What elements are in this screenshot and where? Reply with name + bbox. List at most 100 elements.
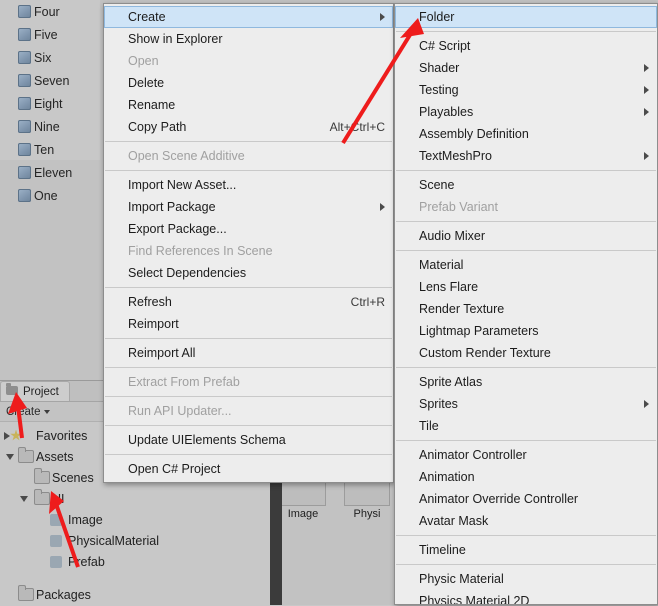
menu-item-copy-path[interactable]: Copy Path Alt+Ctrl+C bbox=[104, 116, 393, 138]
tree-row-label: Prefab bbox=[68, 554, 105, 569]
menu-item-label: Playables bbox=[419, 105, 474, 119]
menu-item-label: Tile bbox=[419, 419, 439, 433]
menu-item-create[interactable]: Create bbox=[104, 6, 393, 28]
hierarchy-item-label: Nine bbox=[34, 119, 60, 134]
gameobject-icon bbox=[18, 74, 31, 87]
folder-icon bbox=[18, 585, 34, 601]
menu-item-playables[interactable]: Playables bbox=[395, 101, 657, 123]
menu-item-physic-material[interactable]: Physic Material bbox=[395, 568, 657, 590]
hierarchy-item-label: Six bbox=[34, 50, 52, 65]
list-item[interactable]: Four bbox=[0, 0, 100, 23]
menu-item-label: Timeline bbox=[419, 543, 466, 557]
menu-item-label: Rename bbox=[128, 98, 176, 112]
menu-item-label: Copy Path bbox=[128, 120, 187, 134]
menu-item-scene[interactable]: Scene bbox=[395, 174, 657, 196]
menu-item-audio-mixer[interactable]: Audio Mixer bbox=[395, 225, 657, 247]
menu-item-label: Open bbox=[128, 54, 159, 68]
list-item[interactable]: Eleven bbox=[0, 161, 100, 184]
gameobject-icon bbox=[18, 143, 31, 156]
menu-item-label: Create bbox=[128, 10, 166, 24]
tab-project-label: Project bbox=[23, 385, 59, 398]
tree-row[interactable]: PhysicalMaterial bbox=[0, 530, 280, 551]
chevron-right-icon[interactable] bbox=[4, 431, 10, 440]
menu-item-folder[interactable]: Folder bbox=[395, 6, 657, 28]
list-item[interactable]: Seven bbox=[0, 69, 100, 92]
menu-item-extract-from-prefab: Extract From Prefab bbox=[104, 371, 393, 393]
menu-separator bbox=[105, 367, 392, 368]
chevron-down-icon[interactable] bbox=[20, 496, 28, 502]
menu-item-animation[interactable]: Animation bbox=[395, 466, 657, 488]
list-item[interactable]: Eight bbox=[0, 92, 100, 115]
menu-item-label: Find References In Scene bbox=[128, 244, 273, 258]
menu-separator bbox=[105, 287, 392, 288]
tree-row-label: Assets bbox=[36, 449, 74, 464]
menu-item-reimport-all[interactable]: Reimport All bbox=[104, 342, 393, 364]
menu-item-label: Custom Render Texture bbox=[419, 346, 551, 360]
menu-item-reimport[interactable]: Reimport bbox=[104, 313, 393, 335]
chevron-right-icon bbox=[644, 152, 649, 160]
hierarchy-panel[interactable]: Four Five Six Seven Eight Nine Ten Eleve… bbox=[0, 0, 100, 203]
list-item[interactable]: Ten bbox=[0, 138, 100, 161]
chevron-right-icon bbox=[380, 203, 385, 211]
menu-item-lens-flare[interactable]: Lens Flare bbox=[395, 276, 657, 298]
menu-item-csharp-script[interactable]: C# Script bbox=[395, 35, 657, 57]
create-submenu[interactable]: Folder C# Script Shader Testing Playable… bbox=[394, 3, 658, 605]
tree-row-label: Favorites bbox=[36, 428, 88, 443]
menu-item-refresh[interactable]: Refresh Ctrl+R bbox=[104, 291, 393, 313]
folder-icon bbox=[18, 447, 34, 463]
menu-item-sprites[interactable]: Sprites bbox=[395, 393, 657, 415]
menu-item-rename[interactable]: Rename bbox=[104, 94, 393, 116]
menu-item-avatar-mask[interactable]: Avatar Mask bbox=[395, 510, 657, 532]
menu-item-shader[interactable]: Shader bbox=[395, 57, 657, 79]
hierarchy-item-label: Ten bbox=[34, 142, 55, 157]
menu-item-label: Reimport All bbox=[128, 346, 196, 360]
menu-item-testing[interactable]: Testing bbox=[395, 79, 657, 101]
menu-item-tile[interactable]: Tile bbox=[395, 415, 657, 437]
menu-item-animator-controller[interactable]: Animator Controller bbox=[395, 444, 657, 466]
menu-item-select-dependencies[interactable]: Select Dependencies bbox=[104, 262, 393, 284]
menu-item-import-package[interactable]: Import Package bbox=[104, 196, 393, 218]
menu-item-run-api-updater: Run API Updater... bbox=[104, 400, 393, 422]
chevron-right-icon bbox=[380, 13, 385, 21]
list-item[interactable]: Six bbox=[0, 46, 100, 69]
menu-item-label: Run API Updater... bbox=[128, 404, 232, 418]
menu-item-label: Testing bbox=[419, 83, 459, 97]
menu-item-timeline[interactable]: Timeline bbox=[395, 539, 657, 561]
tree-row[interactable]: Image bbox=[0, 509, 280, 530]
menu-item-label: Shader bbox=[419, 61, 460, 75]
menu-item-assembly-definition[interactable]: Assembly Definition bbox=[395, 123, 657, 145]
tree-row[interactable]: Prefab bbox=[0, 551, 280, 572]
gameobject-icon bbox=[18, 5, 31, 18]
tree-row[interactable]: UI bbox=[0, 488, 280, 509]
menu-item-textmeshpro[interactable]: TextMeshPro bbox=[395, 145, 657, 167]
image-asset-icon bbox=[50, 513, 62, 526]
menu-item-update-uielements-schema[interactable]: Update UIElements Schema bbox=[104, 429, 393, 451]
menu-item-export-package[interactable]: Export Package... bbox=[104, 218, 393, 240]
menu-item-open-scene-additive: Open Scene Additive bbox=[104, 145, 393, 167]
tree-row[interactable]: Packages bbox=[0, 584, 280, 605]
menu-item-animator-override-controller[interactable]: Animator Override Controller bbox=[395, 488, 657, 510]
menu-item-label: Lens Flare bbox=[419, 280, 479, 294]
menu-item-label: Lightmap Parameters bbox=[419, 324, 539, 338]
menu-item-import-new-asset[interactable]: Import New Asset... bbox=[104, 174, 393, 196]
project-context-menu[interactable]: Create Show in Explorer Open Delete Rena… bbox=[103, 3, 394, 483]
menu-item-label: Assembly Definition bbox=[419, 127, 529, 141]
folder-icon bbox=[34, 489, 50, 505]
menu-item-custom-render-texture[interactable]: Custom Render Texture bbox=[395, 342, 657, 364]
menu-item-sprite-atlas[interactable]: Sprite Atlas bbox=[395, 371, 657, 393]
menu-item-render-texture[interactable]: Render Texture bbox=[395, 298, 657, 320]
list-item[interactable]: Five bbox=[0, 23, 100, 46]
menu-item-show-in-explorer[interactable]: Show in Explorer bbox=[104, 28, 393, 50]
list-item[interactable]: Nine bbox=[0, 115, 100, 138]
chevron-right-icon bbox=[644, 400, 649, 408]
menu-item-label: Reimport bbox=[128, 317, 179, 331]
menu-item-delete[interactable]: Delete bbox=[104, 72, 393, 94]
prefab-asset-icon bbox=[50, 555, 62, 568]
menu-item-physics-material-2d[interactable]: Physics Material 2D bbox=[395, 590, 657, 604]
list-item[interactable]: One bbox=[0, 184, 100, 207]
tab-project[interactable]: Project bbox=[0, 381, 70, 401]
menu-item-material[interactable]: Material bbox=[395, 254, 657, 276]
chevron-down-icon[interactable] bbox=[6, 454, 14, 460]
menu-item-lightmap-parameters[interactable]: Lightmap Parameters bbox=[395, 320, 657, 342]
menu-item-open-csharp-project[interactable]: Open C# Project bbox=[104, 458, 393, 480]
